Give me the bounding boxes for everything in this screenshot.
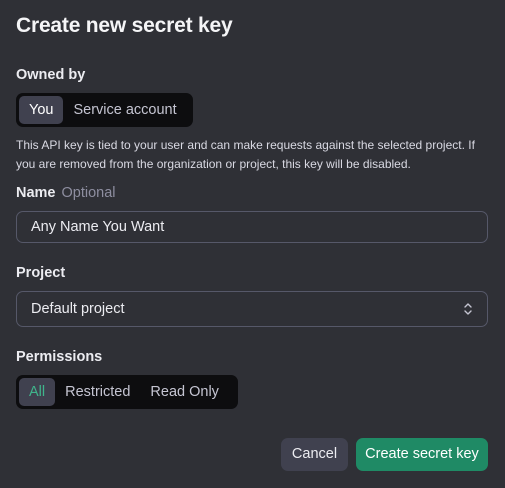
project-selected-value: Default project xyxy=(31,301,125,317)
create-secret-key-dialog: Create new secret key Owned by You Servi… xyxy=(0,0,505,488)
name-label: Name Optional xyxy=(16,185,116,201)
project-label: Project xyxy=(16,265,66,281)
owned-by-segmented-control: You Service account xyxy=(16,93,193,127)
owned-by-option-service-account[interactable]: Service account xyxy=(63,96,186,124)
project-select[interactable]: Default project xyxy=(16,291,488,327)
name-field[interactable] xyxy=(16,211,488,243)
cancel-button[interactable]: Cancel xyxy=(281,438,348,471)
name-label-text: Name xyxy=(16,185,56,201)
dialog-title: Create new secret key xyxy=(16,14,233,37)
permission-option-all[interactable]: All xyxy=(19,378,56,406)
optional-hint: Optional xyxy=(61,185,116,201)
name-input[interactable] xyxy=(31,219,473,235)
permission-option-read-only[interactable]: Read Only xyxy=(140,378,229,406)
owner-description: This API key is tied to your user and ca… xyxy=(16,138,475,171)
permissions-label: Permissions xyxy=(16,349,103,365)
permissions-segmented-control: All Restricted Read Only xyxy=(16,375,238,409)
owned-by-option-you[interactable]: You xyxy=(19,96,64,124)
owned-by-label: Owned by xyxy=(16,67,86,83)
chevron-up-down-icon xyxy=(463,302,473,316)
permission-option-restricted[interactable]: Restricted xyxy=(55,378,140,406)
create-secret-key-button[interactable]: Create secret key xyxy=(356,438,488,471)
